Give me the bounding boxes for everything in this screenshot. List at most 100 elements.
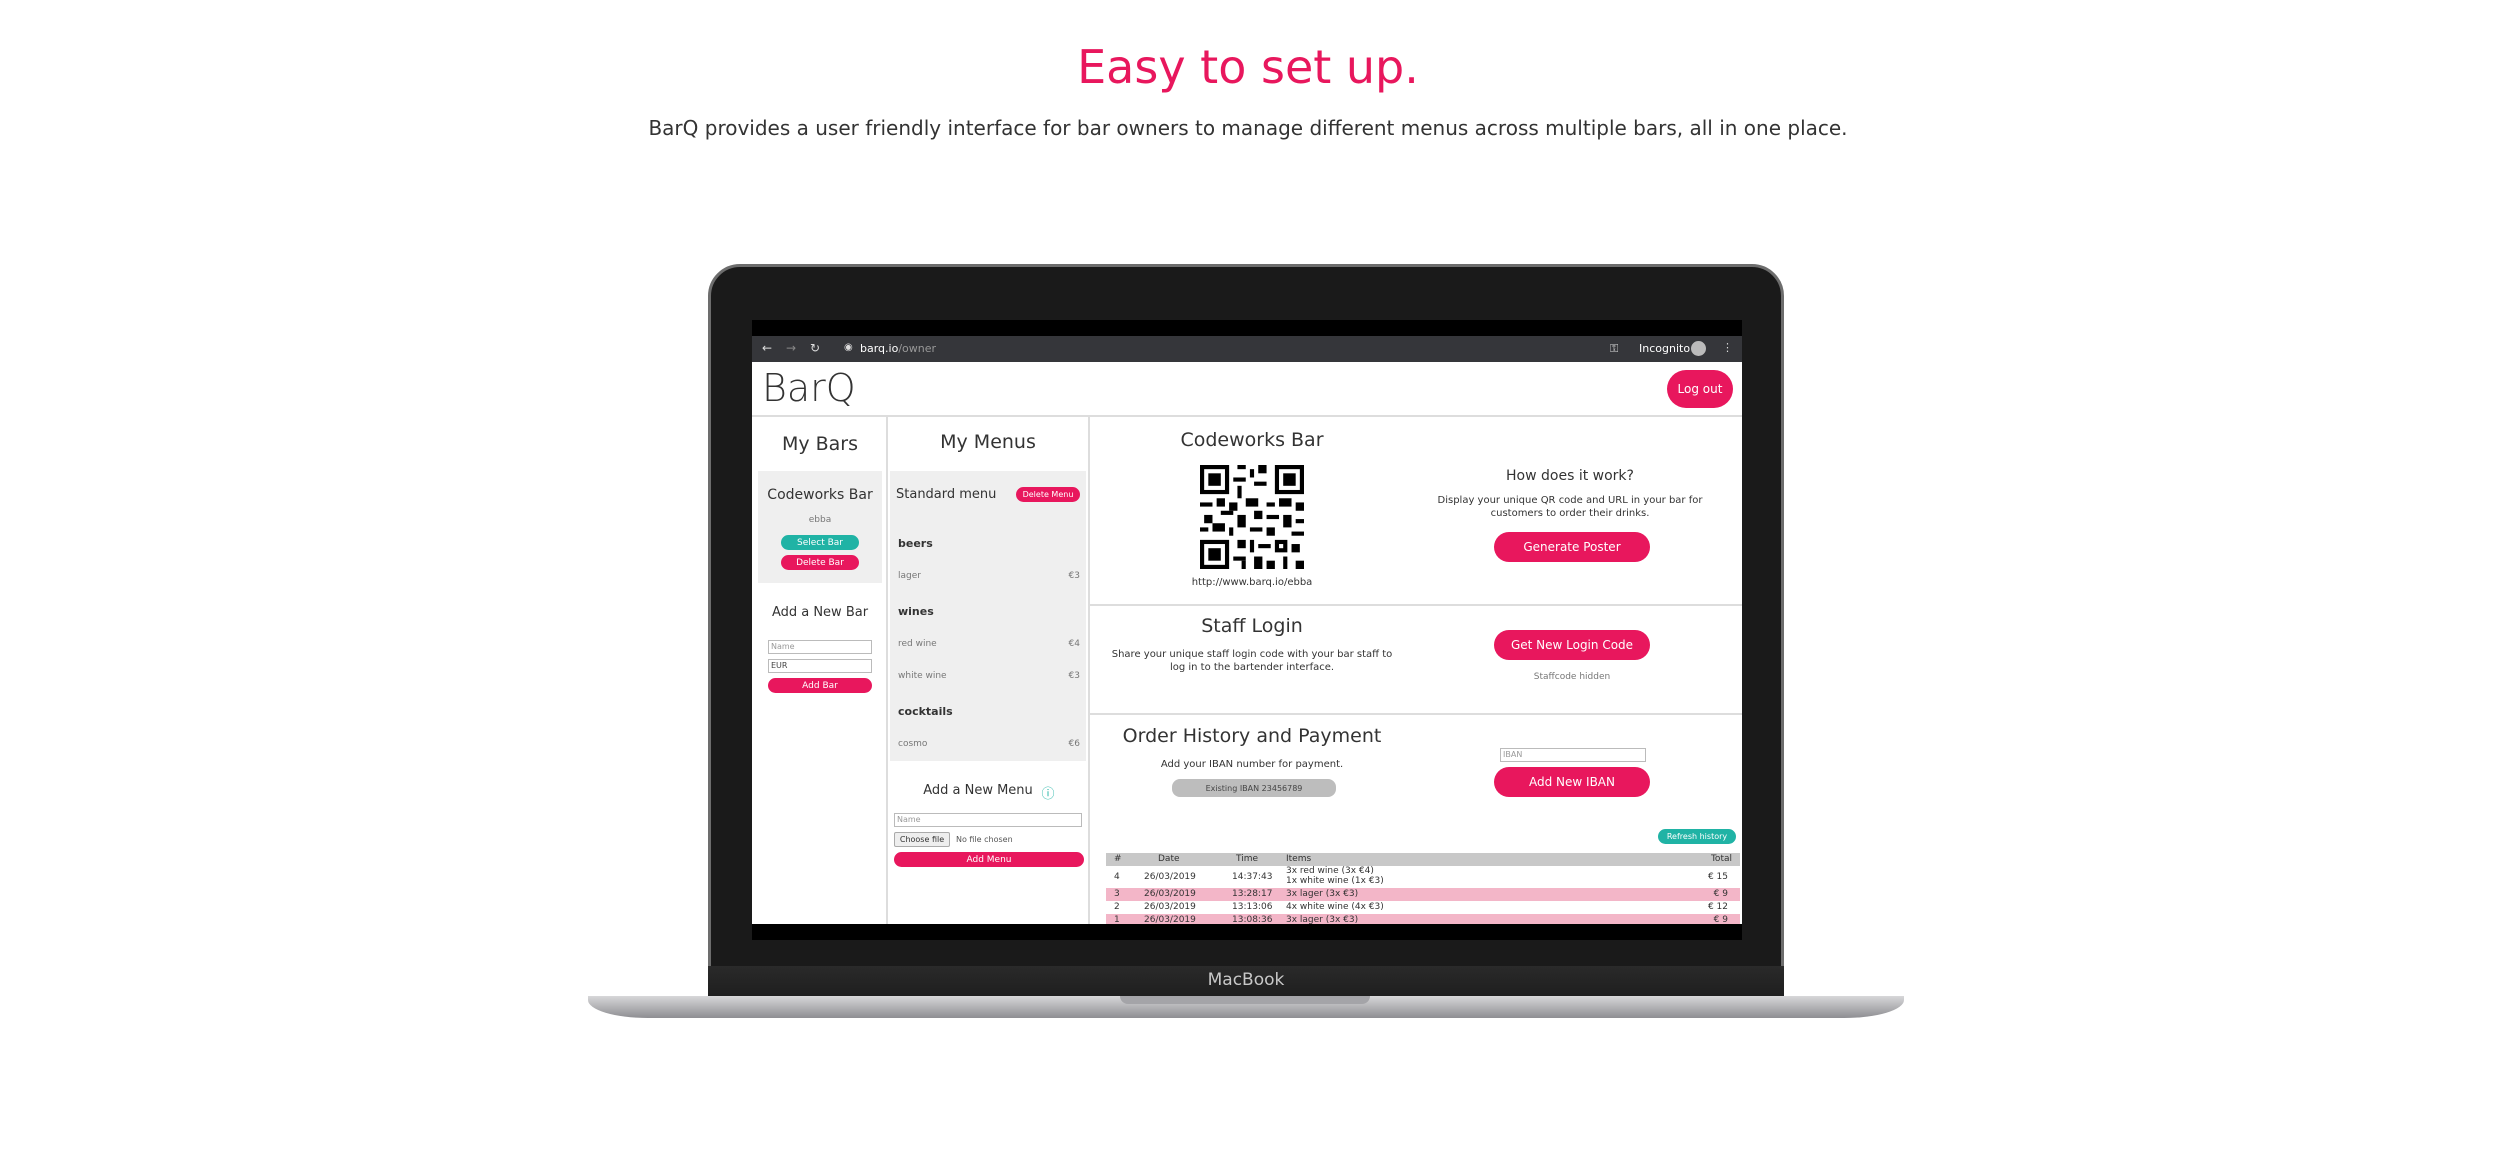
site-info-icon[interactable]: ◉ bbox=[844, 342, 853, 353]
incognito-label: Incognito bbox=[1639, 342, 1691, 355]
column-header: Total bbox=[1710, 854, 1732, 864]
existing-iban: Existing IBAN 23456789 bbox=[1172, 779, 1336, 797]
menu-item-name: red wine bbox=[898, 639, 937, 649]
staff-login-title: Staff Login bbox=[1201, 615, 1303, 637]
order-items: 4x white wine (4x €3) bbox=[1286, 902, 1384, 912]
my-menus-column: My Menus Standard menu Delete Menu beers… bbox=[888, 417, 1090, 924]
hero-title: Easy to set up. bbox=[1077, 40, 1419, 94]
section-divider bbox=[1090, 604, 1742, 606]
column-header: # bbox=[1114, 854, 1122, 864]
table-row: 3 26/03/2019 13:28:17 3x lager (3x €3) €… bbox=[1106, 888, 1740, 901]
menu-category: cocktails bbox=[898, 705, 953, 718]
address-bar[interactable]: barq.io/owner bbox=[860, 342, 936, 355]
key-icon[interactable]: ⚿ bbox=[1610, 342, 1618, 356]
bar-currency-input[interactable]: EUR bbox=[768, 659, 872, 673]
how-it-works-title: How does it work? bbox=[1506, 468, 1634, 484]
incognito-icon[interactable] bbox=[1691, 341, 1706, 356]
back-icon[interactable]: ← bbox=[762, 341, 772, 355]
brand-logo: BarQ bbox=[762, 366, 856, 410]
order-history-table: # Date Time Items Total 4 26/03/2019 14:… bbox=[1106, 853, 1740, 924]
order-time: 14:37:43 bbox=[1232, 872, 1273, 882]
bar-card: Codeworks Bar ebba Select Bar Delete Bar bbox=[758, 471, 882, 583]
add-bar-heading: Add a New Bar bbox=[771, 605, 869, 620]
section-divider bbox=[1090, 713, 1742, 715]
order-number: 2 bbox=[1114, 902, 1120, 912]
order-history-title: Order History and Payment bbox=[1122, 725, 1382, 747]
order-total: € 12 bbox=[1707, 902, 1728, 912]
browser-toolbar: ← → ↻ ◉ barq.io/owner ⚿ Incognito ⋮ bbox=[752, 336, 1742, 362]
bar-card-code: ebba bbox=[808, 515, 832, 525]
order-number: 1 bbox=[1114, 915, 1120, 924]
laptop-notch bbox=[1120, 996, 1370, 1004]
qr-code bbox=[1200, 465, 1304, 569]
order-total: € 9 bbox=[1713, 889, 1728, 899]
how-it-works-text: Display your unique QR code and URL in y… bbox=[1437, 495, 1703, 506]
barq-owner-app: BarQ Log out My Bars Codeworks Bar ebba … bbox=[752, 362, 1742, 924]
menu-item-name: cosmo bbox=[898, 739, 928, 749]
add-menu-button[interactable]: Add Menu bbox=[894, 852, 1084, 867]
logout-button[interactable]: Log out bbox=[1667, 370, 1733, 408]
bar-title: Codeworks Bar bbox=[1180, 429, 1324, 451]
refresh-history-button[interactable]: Refresh history bbox=[1658, 829, 1736, 844]
order-date: 26/03/2019 bbox=[1144, 872, 1196, 882]
menu-item-price: €3 bbox=[1068, 671, 1080, 681]
menu-item: red wine €4 bbox=[898, 639, 1080, 649]
menu-category: beers bbox=[898, 537, 933, 550]
menu-item: white wine €3 bbox=[898, 671, 1080, 681]
iban-input[interactable]: IBAN bbox=[1500, 748, 1646, 762]
menu-card: Standard menu Delete Menu beers lager €3… bbox=[890, 471, 1086, 761]
how-it-works-text: customers to order their drinks. bbox=[1490, 508, 1650, 519]
url-path: /owner bbox=[898, 342, 937, 355]
laptop-label: MacBook bbox=[1207, 970, 1285, 990]
my-menus-heading: My Menus bbox=[940, 431, 1036, 453]
bar-url[interactable]: http://www.barq.io/ebba bbox=[1130, 577, 1374, 588]
add-iban-button[interactable]: Add New IBAN bbox=[1494, 767, 1650, 797]
order-date: 26/03/2019 bbox=[1144, 915, 1196, 924]
column-header: Date bbox=[1158, 854, 1180, 864]
order-items: 3x red wine (3x €4) bbox=[1286, 866, 1374, 876]
my-bars-column: My Bars Codeworks Bar ebba Select Bar De… bbox=[752, 417, 888, 924]
menu-item: lager €3 bbox=[898, 571, 1080, 581]
staff-login-text: Share your unique staff login code with … bbox=[1111, 649, 1393, 660]
menu-name-input[interactable]: Name bbox=[894, 813, 1082, 827]
menu-kebab-icon[interactable]: ⋮ bbox=[1722, 341, 1733, 354]
reload-icon[interactable]: ↻ bbox=[810, 341, 820, 355]
menu-item-price: €6 bbox=[1068, 739, 1080, 749]
file-chosen-status: No file chosen bbox=[956, 835, 1013, 844]
column-header: Items bbox=[1286, 854, 1312, 864]
order-time: 13:13:06 bbox=[1232, 902, 1273, 912]
menu-item: cosmo €6 bbox=[898, 739, 1080, 749]
choose-file-button[interactable]: Choose file bbox=[894, 832, 950, 847]
menu-name: Standard menu bbox=[896, 487, 997, 502]
order-number: 3 bbox=[1114, 889, 1120, 899]
menu-item-price: €4 bbox=[1068, 639, 1080, 649]
generate-poster-button[interactable]: Generate Poster bbox=[1494, 532, 1650, 562]
menu-category: wines bbox=[898, 605, 934, 618]
info-icon[interactable]: ⓘ bbox=[1038, 783, 1058, 802]
iban-text: Add your IBAN number for payment. bbox=[1160, 759, 1344, 770]
bar-name-input[interactable]: Name bbox=[768, 640, 872, 654]
my-bars-heading: My Bars bbox=[781, 433, 859, 455]
order-date: 26/03/2019 bbox=[1144, 902, 1196, 912]
staff-login-text: log in to the bartender interface. bbox=[1169, 662, 1335, 673]
order-items: 3x lager (3x €3) bbox=[1286, 889, 1359, 899]
url-host: barq.io bbox=[860, 342, 899, 355]
get-login-code-button[interactable]: Get New Login Code bbox=[1494, 630, 1650, 660]
order-time: 13:08:36 bbox=[1232, 915, 1273, 924]
column-header: Time bbox=[1236, 854, 1259, 864]
order-total: € 9 bbox=[1713, 915, 1728, 924]
order-date: 26/03/2019 bbox=[1144, 889, 1196, 899]
bar-details-panel: Codeworks Bar http://www.barq.io/ebba Ho… bbox=[1090, 417, 1742, 924]
delete-bar-button[interactable]: Delete Bar bbox=[781, 555, 859, 570]
add-bar-button[interactable]: Add Bar bbox=[768, 678, 872, 693]
hero-subtitle: BarQ provides a user friendly interface … bbox=[648, 116, 1848, 140]
order-items: 1x white wine (1x €3) bbox=[1286, 876, 1384, 886]
staffcode-status: Staffcode hidden bbox=[1533, 672, 1611, 682]
order-total: € 15 bbox=[1707, 872, 1728, 882]
forward-icon[interactable]: → bbox=[786, 341, 796, 355]
delete-menu-button[interactable]: Delete Menu bbox=[1016, 487, 1080, 502]
select-bar-button[interactable]: Select Bar bbox=[781, 535, 859, 550]
table-row: 4 26/03/2019 14:37:43 3x red wine (3x €4… bbox=[1106, 866, 1740, 888]
table-row: 1 26/03/2019 13:08:36 3x lager (3x €3) €… bbox=[1106, 914, 1740, 924]
menu-item-price: €3 bbox=[1068, 571, 1080, 581]
